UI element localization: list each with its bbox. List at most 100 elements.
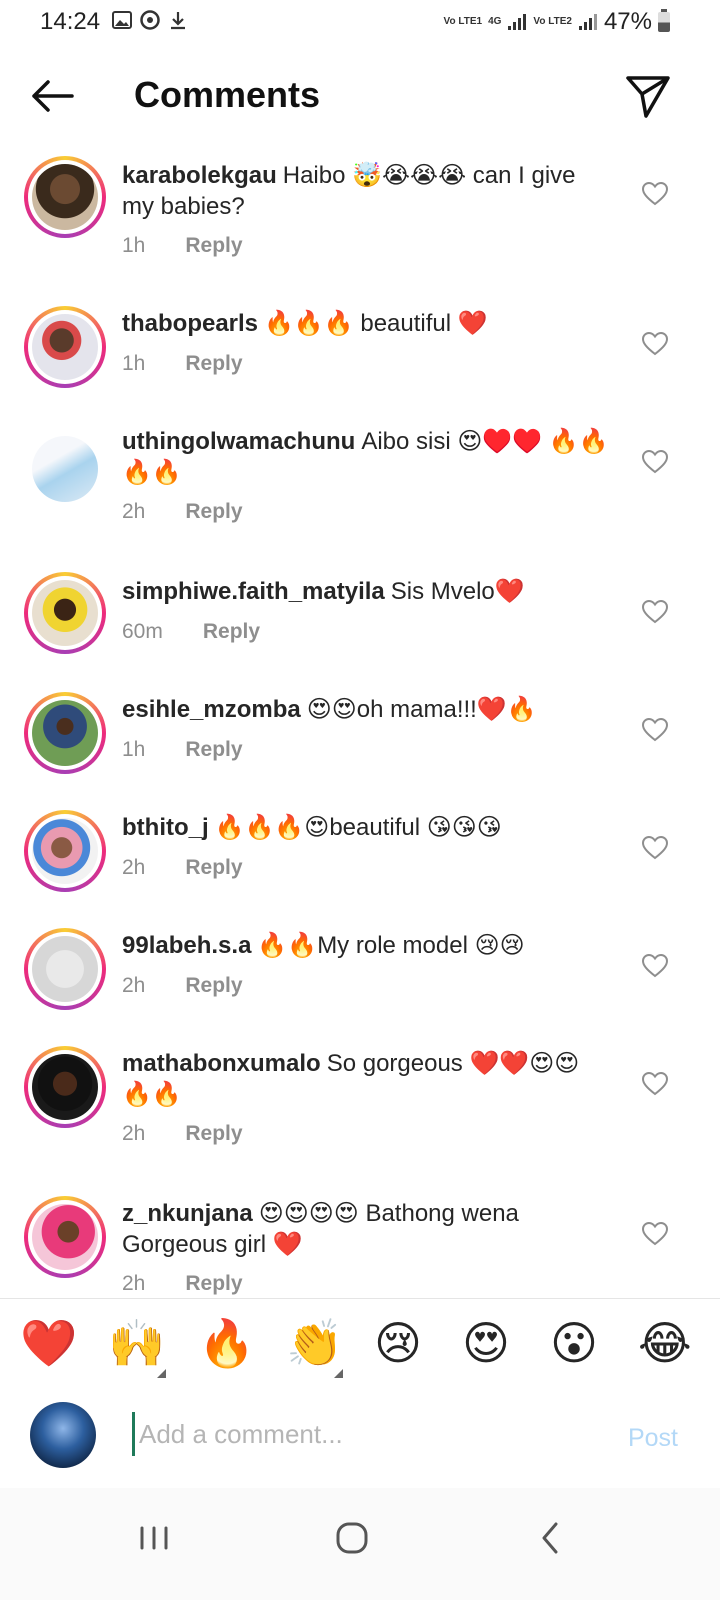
heart-outline-icon[interactable]: [642, 954, 668, 978]
comment-username[interactable]: simphiwe.faith_matyila: [122, 578, 385, 605]
comment-username[interactable]: bthito_j: [122, 814, 209, 841]
back-nav-button[interactable]: [520, 1508, 580, 1568]
comment-message: Sis Mvelo❤️: [390, 578, 525, 605]
comment-text: karabolekgau Haibo 🤯😭😭😭 can I give my bab…: [122, 160, 612, 222]
reply-button[interactable]: Reply: [185, 974, 242, 998]
heart-outline-icon[interactable]: [642, 1222, 668, 1246]
comment-username[interactable]: uthingolwamachunu: [122, 428, 355, 455]
heart-outline-icon[interactable]: [642, 332, 668, 356]
avatar[interactable]: [24, 306, 106, 388]
avatar[interactable]: [24, 1046, 106, 1128]
comment-time: 2h: [122, 1122, 146, 1145]
avatar[interactable]: [24, 428, 106, 510]
comment-text: esihle_mzomba 😍😍oh mama!!!❤️🔥: [122, 694, 612, 725]
heart-outline-icon[interactable]: [642, 600, 668, 624]
avatar[interactable]: [24, 810, 106, 892]
avatar[interactable]: [24, 928, 106, 1010]
emoji-quick-bar: ❤️ 🙌 🔥 👏 😢 😍 😮 😂: [0, 1298, 720, 1390]
recent-apps-button[interactable]: [124, 1508, 184, 1568]
arrow-left-icon: [32, 80, 74, 112]
share-button[interactable]: [624, 72, 672, 120]
comment-username[interactable]: esihle_mzomba: [122, 696, 301, 723]
gallery-icon: [112, 11, 132, 29]
back-button[interactable]: [26, 74, 78, 118]
network-type: 4G: [488, 16, 502, 27]
avatar-image: [32, 1054, 98, 1120]
comment-item: mathabonxumalo So gorgeous ❤️❤️😍😍 🔥🔥 2h R…: [0, 1032, 720, 1182]
comment-username[interactable]: 99labeh.s.a: [122, 932, 251, 959]
comment-meta: 1h Reply: [122, 234, 243, 258]
comment-text: uthingolwamachunu Aibo sisi 😍♥️♥️ 🔥🔥🔥🔥: [122, 426, 612, 488]
emoji-heart-eyes-button[interactable]: 😍: [462, 1317, 510, 1369]
avatar[interactable]: [24, 1196, 106, 1278]
reply-button[interactable]: Reply: [185, 856, 242, 880]
heart-outline-icon[interactable]: [642, 450, 668, 474]
comment-input[interactable]: [132, 1412, 599, 1456]
comment-time: 1h: [122, 738, 146, 761]
heart-outline-icon[interactable]: [642, 836, 668, 860]
comment-username[interactable]: z_nkunjana: [122, 1200, 253, 1227]
comment-item: karabolekgau Haibo 🤯😭😭😭 can I give my bab…: [0, 142, 720, 292]
comments-list[interactable]: karabolekgau Haibo 🤯😭😭😭 can I give my bab…: [0, 142, 720, 1322]
status-bar: 14:24 Vo LTE1 4G Vo LTE2 47%: [0, 0, 720, 46]
comment-composer: Post: [0, 1388, 720, 1488]
emoji-clapping-button[interactable]: 👏: [286, 1317, 343, 1369]
reply-button[interactable]: Reply: [203, 620, 260, 644]
avatar-image: [32, 1204, 98, 1270]
skin-tone-indicator: [334, 1369, 343, 1378]
comment-text: simphiwe.faith_matyila Sis Mvelo❤️: [122, 576, 612, 607]
comment-meta: 1h Reply: [122, 738, 243, 762]
emoji-crying-button[interactable]: 😢: [374, 1317, 422, 1369]
emoji-surprised-button[interactable]: 😮: [550, 1317, 598, 1369]
emoji-heart-button[interactable]: ❤️: [20, 1317, 77, 1369]
avatar-image: [32, 580, 98, 646]
avatar-image: [32, 436, 98, 502]
avatar[interactable]: [24, 692, 106, 774]
my-avatar: [30, 1402, 96, 1468]
reply-button[interactable]: Reply: [185, 1272, 242, 1296]
comment-time: 2h: [122, 856, 146, 879]
comment-text: bthito_j 🔥🔥🔥😍beautiful 😘😘😘: [122, 812, 612, 843]
emoji-raising-hands-button[interactable]: 🙌: [108, 1317, 165, 1369]
comment-message: 🔥🔥🔥😍beautiful 😘😘😘: [214, 814, 502, 841]
avatar-image: [32, 936, 98, 1002]
comment-time: 2h: [122, 974, 146, 997]
reply-button[interactable]: Reply: [185, 234, 242, 258]
notification-icons: [112, 10, 188, 30]
battery-percent: 47%: [603, 8, 652, 35]
reply-button[interactable]: Reply: [185, 1122, 242, 1146]
reply-button[interactable]: Reply: [185, 500, 242, 524]
heart-outline-icon[interactable]: [642, 1072, 668, 1096]
comment-message: 😍😍oh mama!!!❤️🔥: [306, 696, 537, 723]
network-label-2: Vo LTE2: [533, 16, 572, 27]
reply-button[interactable]: Reply: [185, 738, 242, 762]
heart-outline-icon[interactable]: [642, 182, 668, 206]
comment-time: 2h: [122, 1272, 146, 1295]
paper-plane-icon: [626, 76, 670, 118]
comment-username[interactable]: karabolekgau: [122, 162, 277, 189]
status-time: 14:24: [40, 8, 101, 35]
heart-outline-icon[interactable]: [642, 718, 668, 742]
avatar[interactable]: [24, 572, 106, 654]
post-button[interactable]: Post: [628, 1424, 678, 1453]
comment-meta: 2h Reply: [122, 856, 243, 880]
home-button[interactable]: [322, 1508, 382, 1568]
comment-text: z_nkunjana 😍😍😍😍 Bathong wena Gorgeous gir…: [122, 1198, 612, 1260]
reply-button[interactable]: Reply: [185, 352, 242, 376]
comment-item: uthingolwamachunu Aibo sisi 😍♥️♥️ 🔥🔥🔥🔥 2h…: [0, 410, 720, 560]
comment-time: 1h: [122, 234, 146, 257]
system-navigation-bar: [0, 1488, 720, 1600]
comment-username[interactable]: mathabonxumalo: [122, 1050, 321, 1077]
emoji-laughing-button[interactable]: 😂: [638, 1317, 692, 1369]
emoji-fire-button[interactable]: 🔥: [198, 1317, 255, 1369]
comment-text: thabopearls 🔥🔥🔥 beautiful ❤️: [122, 308, 612, 339]
avatar[interactable]: [24, 156, 106, 238]
comment-username[interactable]: thabopearls: [122, 310, 258, 337]
comment-meta: 2h Reply: [122, 500, 243, 524]
page-title: Comments: [134, 74, 321, 115]
header: Comments: [0, 52, 720, 142]
comment-item: thabopearls 🔥🔥🔥 beautiful ❤️ 1h Reply: [0, 292, 720, 410]
avatar-image: [32, 818, 98, 884]
comment-item: bthito_j 🔥🔥🔥😍beautiful 😘😘😘 2h Reply: [0, 796, 720, 914]
comment-message: 🔥🔥My role model 😢😢: [257, 932, 525, 959]
